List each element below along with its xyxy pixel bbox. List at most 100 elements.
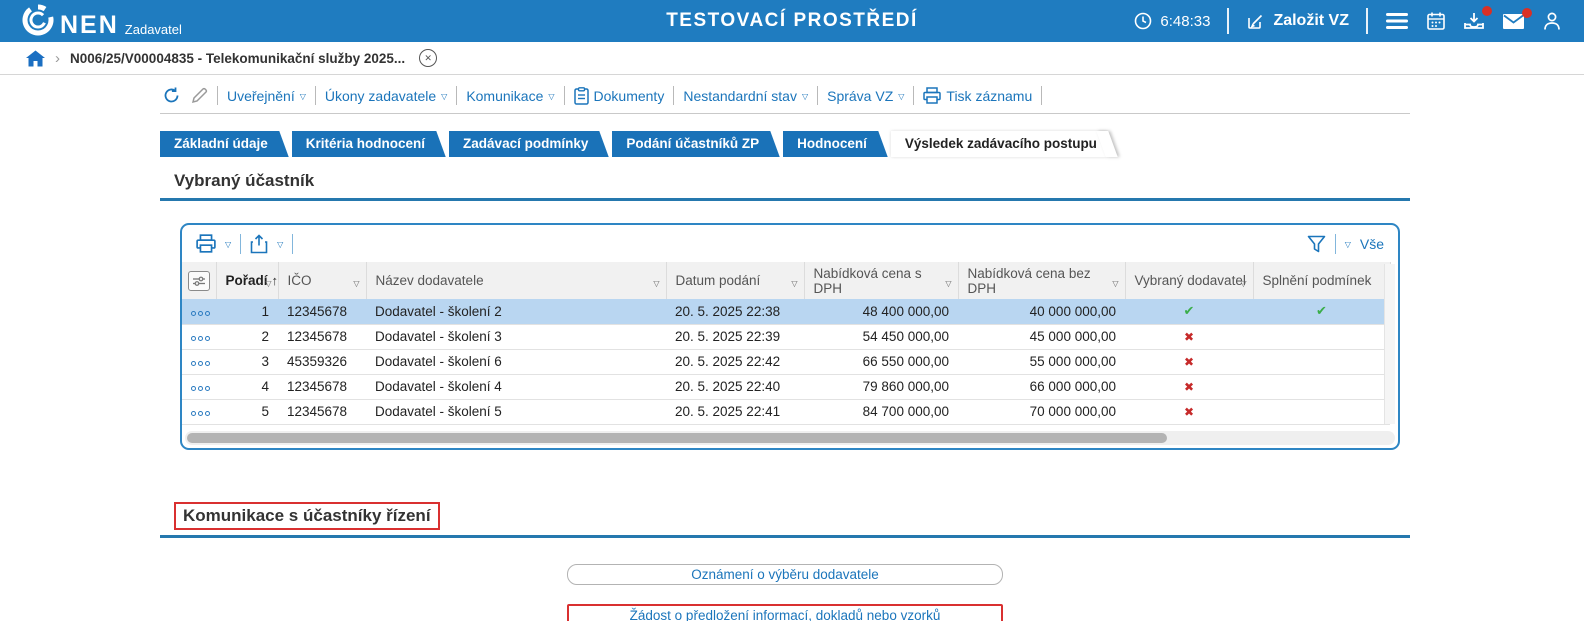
notice-of-selection-button[interactable]: Oznámení o výběru dodavatele — [567, 564, 1003, 585]
chevron-down-icon[interactable]: ▽ — [225, 240, 231, 249]
toolbar-separator — [817, 86, 818, 105]
filter-button[interactable] — [1307, 235, 1326, 253]
inbox-button[interactable] — [1463, 11, 1485, 31]
column-filter-icon[interactable]: ▽ — [1112, 276, 1118, 291]
column-header[interactable]: Vybraný dodavatel▽ — [1125, 262, 1253, 299]
column-filter-icon[interactable]: ▽ — [945, 276, 951, 291]
table-toolbar-separator — [1335, 234, 1336, 254]
row-menu[interactable] — [182, 349, 216, 374]
chevron-down-icon[interactable]: ▽ — [1345, 240, 1351, 249]
row-menu[interactable] — [182, 399, 216, 424]
table-row[interactable]: 512345678Dodavatel - školení 520. 5. 202… — [182, 399, 1390, 424]
column-settings-header[interactable] — [182, 262, 216, 299]
cell-nazev: Dodavatel - školení 2 — [366, 299, 666, 324]
breadcrumb-item[interactable]: N006/25/V00004835 - Telekomunikační služ… — [70, 51, 405, 66]
app-header: NEN Zadavatel TESTOVACÍ PROSTŘEDÍ 6:48:3… — [0, 0, 1584, 42]
filter-all-dropdown[interactable]: Vše — [1360, 236, 1384, 252]
table-print-button[interactable] — [196, 234, 216, 253]
column-header[interactable]: Splnění podmínek — [1253, 262, 1390, 299]
inbox-notification-badge — [1482, 6, 1492, 16]
toolbar-dokumenty[interactable]: Dokumenty — [574, 87, 665, 105]
cell-ico: 12345678 — [278, 324, 366, 349]
edit-record-button[interactable] — [190, 87, 208, 105]
table-row[interactable]: 212345678Dodavatel - školení 320. 5. 202… — [182, 324, 1390, 349]
edit-icon — [1246, 12, 1265, 31]
table-row[interactable]: 345359326Dodavatel - školení 620. 5. 202… — [182, 349, 1390, 374]
toolbar-uverejneni[interactable]: Uveřejnění▽ — [227, 88, 306, 104]
toolbar-separator — [564, 86, 565, 105]
tab-1[interactable]: Základní údaje — [160, 131, 278, 157]
cell-cena-bez-dph: 45 000 000,00 — [958, 324, 1125, 349]
row-menu[interactable] — [182, 324, 216, 349]
table-toolbar: ▽ ▽ ▽ Vše — [182, 225, 1398, 262]
column-header[interactable]: Pořadí↑▽ — [216, 262, 278, 299]
row-menu[interactable] — [182, 299, 216, 324]
toolbar-komunikace[interactable]: Komunikace▽ — [466, 88, 554, 104]
tab-2[interactable]: Kritéria hodnocení — [292, 131, 435, 157]
column-header[interactable]: Nabídková cena s DPH▽ — [804, 262, 958, 299]
column-header[interactable]: Nabídková cena bez DPH▽ — [958, 262, 1125, 299]
home-icon[interactable] — [26, 50, 45, 67]
row-menu[interactable] — [182, 374, 216, 399]
cell-cena-s-dph: 54 450 000,00 — [804, 324, 958, 349]
toolbar-sprava-vz[interactable]: Správa VZ▽ — [827, 88, 904, 104]
calendar-button[interactable] — [1426, 11, 1446, 31]
scrollbar-thumb[interactable] — [187, 433, 1167, 443]
column-filter-icon[interactable]: ▽ — [791, 276, 797, 291]
close-tab-icon[interactable]: ✕ — [419, 49, 437, 67]
export-icon — [250, 234, 268, 254]
table-export-button[interactable] — [250, 234, 268, 254]
chevron-down-icon: ▽ — [898, 92, 904, 101]
communication-actions: Oznámení o výběru dodavatele Žádost o př… — [160, 538, 1410, 621]
toolbar-separator — [913, 86, 914, 105]
messages-button[interactable] — [1502, 13, 1525, 30]
create-vz-button[interactable]: Založit VZ — [1246, 12, 1349, 31]
column-filter-icon[interactable]: ▽ — [353, 276, 359, 291]
cell-poradi: 5 — [216, 399, 278, 424]
record-toolbar: Uveřejnění▽ Úkony zadavatele▽ Komunikace… — [160, 75, 1410, 114]
cell-datum: 20. 5. 2025 22:40 — [666, 374, 804, 399]
menu-button[interactable] — [1385, 12, 1409, 30]
tab-6[interactable]: Výsledek zadávacího postupu — [891, 131, 1107, 157]
tab-4[interactable]: Podání účastníků ZP — [612, 131, 769, 157]
table-row[interactable]: 112345678Dodavatel - školení 220. 5. 202… — [182, 299, 1390, 324]
header-divider — [1227, 8, 1229, 34]
tab-5[interactable]: Hodnocení — [783, 131, 877, 157]
cell-cena-bez-dph: 55 000 000,00 — [958, 349, 1125, 374]
cell-datum: 20. 5. 2025 22:42 — [666, 349, 804, 374]
table-toolbar-separator — [292, 234, 293, 254]
column-filter-icon[interactable]: ▽ — [1240, 276, 1246, 291]
cell-poradi: 3 — [216, 349, 278, 374]
check-icon: ✔ — [1184, 303, 1195, 318]
breadcrumb: › N006/25/V00004835 - Telekomunikační sl… — [0, 42, 1584, 75]
toolbar-separator — [217, 86, 218, 105]
cell-cena-s-dph: 66 550 000,00 — [804, 349, 958, 374]
column-header[interactable]: Datum podání▽ — [666, 262, 804, 299]
toolbar-tisk-zaznamu[interactable]: Tisk záznamu — [923, 87, 1032, 104]
cell-splneni-podminek — [1253, 349, 1390, 374]
column-filter-icon[interactable]: ▽ — [265, 276, 271, 291]
profile-button[interactable] — [1542, 11, 1562, 31]
cross-icon: ✖ — [1184, 405, 1194, 419]
header-divider — [1366, 8, 1368, 34]
nen-logo[interactable]: NEN Zadavatel — [22, 4, 182, 38]
chevron-down-icon: ▽ — [441, 92, 447, 101]
chevron-down-icon[interactable]: ▽ — [277, 240, 283, 249]
toolbar-nestandardni-stav[interactable]: Nestandardní stav▽ — [683, 88, 808, 104]
refresh-button[interactable] — [162, 86, 181, 105]
request-documents-button[interactable]: Žádost o předložení informací, dokladů n… — [567, 604, 1003, 621]
cell-ico: 45359326 — [278, 349, 366, 374]
filter-funnel-icon — [1307, 235, 1326, 253]
vertical-scrollbar[interactable] — [1384, 264, 1395, 424]
cross-icon: ✖ — [1184, 380, 1194, 394]
column-header[interactable]: Název dodavatele▽ — [366, 262, 666, 299]
create-vz-label: Založit VZ — [1273, 12, 1349, 30]
column-header[interactable]: IČO▽ — [278, 262, 366, 299]
horizontal-scrollbar[interactable] — [185, 431, 1395, 445]
chevron-down-icon: ▽ — [548, 92, 554, 101]
column-filter-icon[interactable]: ▽ — [653, 276, 659, 291]
toolbar-separator — [1041, 86, 1042, 105]
table-row[interactable]: 412345678Dodavatel - školení 420. 5. 202… — [182, 374, 1390, 399]
tab-3[interactable]: Zadávací podmínky — [449, 131, 598, 157]
toolbar-ukony-zadavatele[interactable]: Úkony zadavatele▽ — [325, 88, 447, 104]
